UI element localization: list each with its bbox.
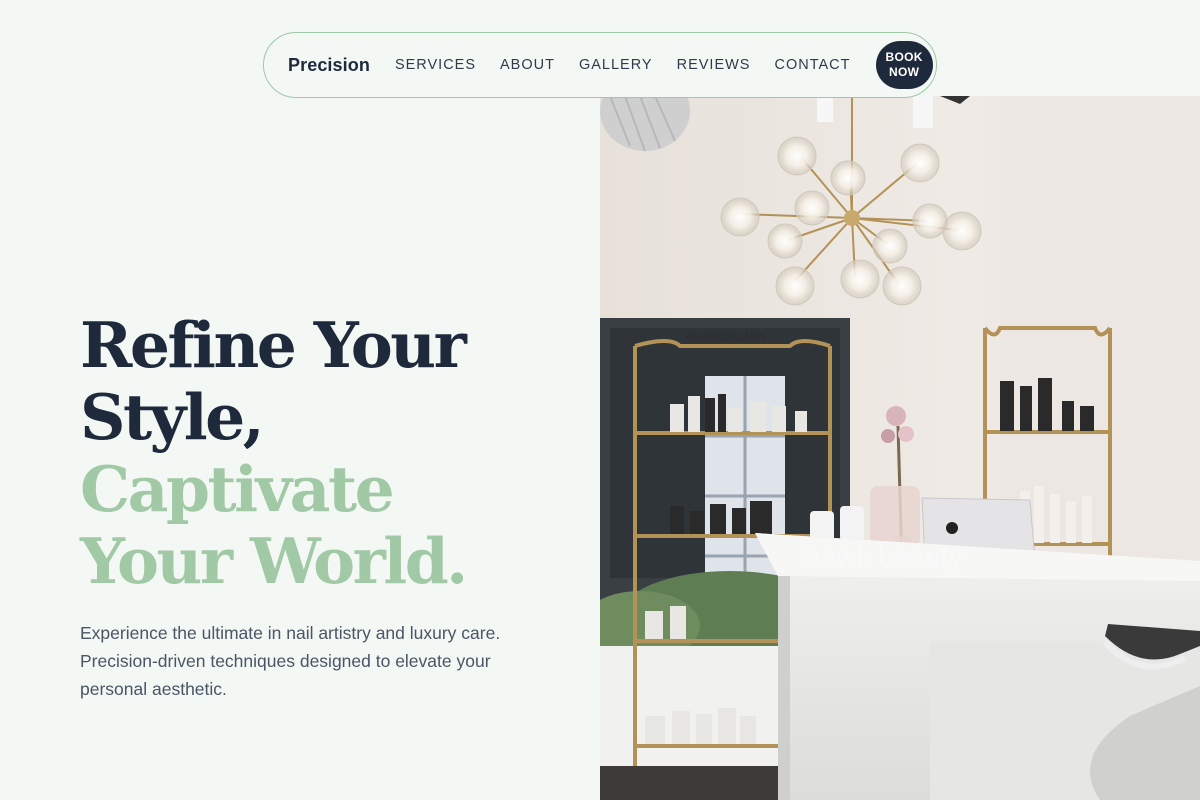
shelf-sign: #sonicsalon — [685, 328, 766, 344]
main-nav: Precision SERVICES ABOUT GALLERY REVIEWS… — [263, 32, 937, 98]
hero-subtitle: Experience the ultimate in nail artistry… — [80, 623, 501, 699]
nav-link-gallery[interactable]: GALLERY — [579, 57, 653, 73]
book-now-button[interactable]: BOOK NOW — [875, 41, 933, 89]
nav-link-about[interactable]: ABOUT — [500, 57, 555, 73]
nav-links: SERVICES ABOUT GALLERY REVIEWS CONTACT — [395, 57, 876, 73]
hero-title-line-1: Refine Your — [80, 308, 467, 382]
nav-link-contact[interactable]: CONTACT — [774, 57, 850, 73]
image-watermark: hawk beauty — [805, 541, 962, 572]
hero-title: Refine Your Style, Captivate Your World. — [80, 309, 590, 597]
nav-link-reviews[interactable]: REVIEWS — [677, 57, 751, 73]
hero-title-line-4: Your World. — [80, 524, 468, 598]
salon-hero-image: #sonicsalon hawk beauty — [600, 96, 1200, 800]
nav-link-services[interactable]: SERVICES — [395, 57, 476, 73]
brand-logo[interactable]: Precision — [288, 55, 370, 76]
hero-title-line-2: Style, — [80, 380, 265, 454]
hero-title-line-3: Captivate — [80, 452, 395, 526]
